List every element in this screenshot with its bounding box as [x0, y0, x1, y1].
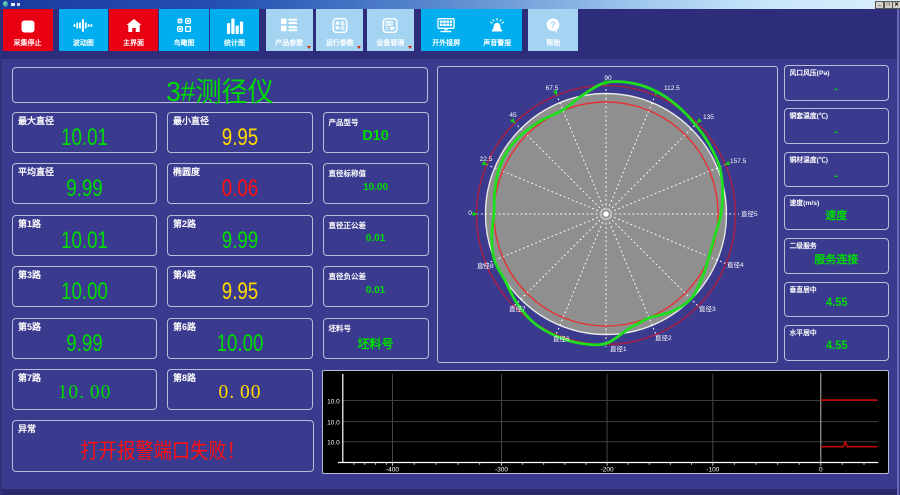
svg-text:?: ? — [550, 20, 556, 31]
svg-text:-200: -200 — [601, 466, 614, 472]
svg-text:直径5: 直径5 — [741, 209, 758, 218]
svg-text:10.0: 10.0 — [327, 419, 340, 426]
svg-text:45: 45 — [509, 112, 517, 119]
svg-text:-100: -100 — [706, 466, 719, 472]
svg-text:112.5: 112.5 — [664, 85, 680, 92]
svg-text:22.5: 22.5 — [480, 156, 493, 163]
svg-text:直径3: 直径3 — [699, 304, 716, 313]
svg-text:0: 0 — [468, 210, 472, 217]
svg-text:67.5: 67.5 — [546, 85, 559, 92]
svg-text:直径4: 直径4 — [727, 260, 744, 269]
svg-text:0: 0 — [819, 466, 823, 472]
svg-text:-400: -400 — [386, 466, 399, 472]
svg-text:直径8: 直径8 — [477, 261, 494, 270]
svg-text:直径7: 直径7 — [509, 304, 526, 313]
svg-text:157.5: 157.5 — [730, 158, 747, 165]
svg-text:直径2: 直径2 — [655, 333, 672, 342]
svg-text:135: 135 — [703, 114, 714, 121]
svg-text:10.0: 10.0 — [327, 439, 340, 446]
svg-text:10.0: 10.0 — [327, 398, 340, 405]
svg-text:-300: -300 — [495, 466, 508, 472]
svg-text:直径1: 直径1 — [610, 344, 627, 353]
svg-text:直径6: 直径6 — [553, 334, 570, 343]
svg-text:90: 90 — [604, 75, 612, 82]
